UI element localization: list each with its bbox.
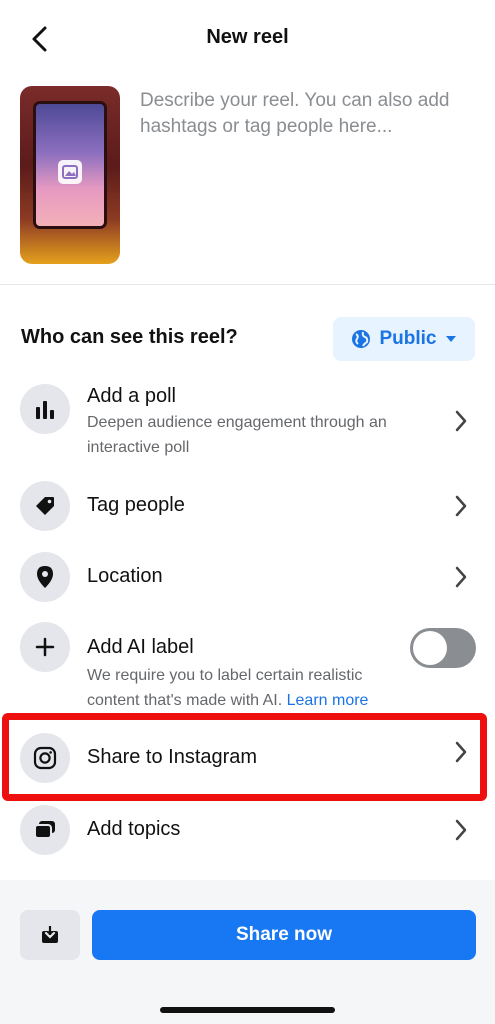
audience-label: Who can see this reel? (21, 326, 238, 348)
tag-icon (20, 481, 70, 531)
annotation-highlight-box (2, 713, 487, 801)
caption-input[interactable]: Describe your reel. You can also add has… (140, 88, 470, 140)
plus-icon (20, 622, 70, 672)
add-topics-title[interactable]: Add topics (87, 818, 180, 841)
ai-label-title: Add AI label (87, 636, 194, 658)
audience-selector-button[interactable]: Public (333, 317, 475, 361)
reel-thumbnail[interactable] (20, 86, 120, 264)
bar-chart-icon (20, 384, 70, 434)
share-now-button[interactable]: Share now (92, 910, 476, 960)
location-pin-icon (20, 552, 70, 602)
topics-icon (20, 805, 70, 855)
page-title: New reel (206, 26, 289, 48)
save-to-device-button[interactable] (20, 910, 80, 960)
globe-icon (352, 330, 371, 348)
poll-title[interactable]: Add a poll (87, 385, 176, 408)
tag-people-chevron-icon[interactable] (450, 491, 472, 521)
download-icon (42, 925, 58, 943)
home-indicator[interactable] (160, 1007, 335, 1013)
ai-label-subtitle: We require you to label certain realisti… (87, 663, 407, 713)
location-title[interactable]: Location (87, 565, 163, 588)
poll-chevron-icon[interactable] (450, 406, 472, 436)
tag-people-title[interactable]: Tag people (87, 494, 185, 517)
video-icon (58, 160, 82, 184)
poll-subtitle: Deepen audience engagement through an in… (87, 414, 387, 456)
section-divider (0, 284, 495, 285)
toggle-knob (413, 631, 447, 665)
audience-selector-label: Public (379, 328, 437, 349)
location-chevron-icon[interactable] (450, 562, 472, 592)
caret-down-icon (445, 336, 456, 342)
learn-more-link[interactable]: Learn more (287, 692, 369, 709)
topics-chevron-icon[interactable] (450, 815, 472, 845)
ai-label-toggle[interactable] (410, 628, 476, 668)
